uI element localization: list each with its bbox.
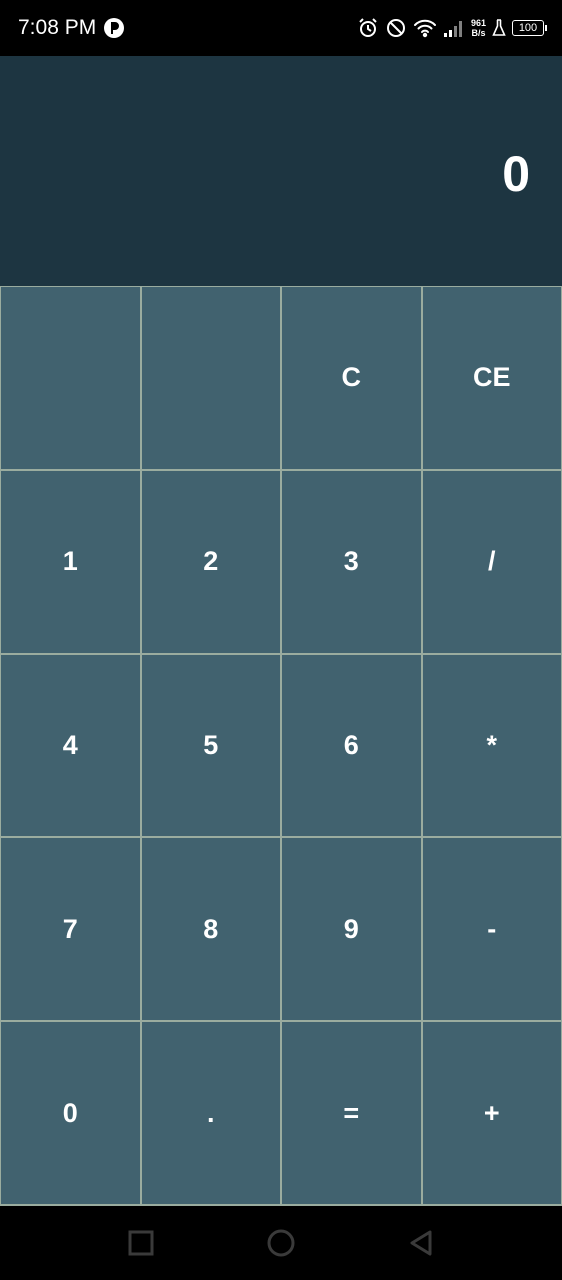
dnd-icon bbox=[385, 17, 407, 39]
key-3[interactable]: 3 bbox=[282, 470, 421, 653]
key-blank-2[interactable] bbox=[141, 287, 280, 469]
back-icon[interactable] bbox=[406, 1228, 436, 1258]
key-equals[interactable]: = bbox=[282, 1022, 421, 1204]
status-icons: 961 B/s 100 bbox=[357, 15, 547, 41]
calculator-display: 0 bbox=[0, 56, 562, 286]
battery-icon: 100 bbox=[512, 20, 547, 36]
key-1[interactable]: 1 bbox=[1, 470, 140, 653]
key-8[interactable]: 8 bbox=[141, 838, 280, 1021]
status-bar: 7:08 PM 961 B/s 100 bbox=[0, 0, 562, 56]
net-speed: 961 B/s bbox=[471, 18, 486, 38]
key-blank-1[interactable] bbox=[1, 287, 140, 469]
display-value: 0 bbox=[502, 146, 530, 202]
recents-icon[interactable] bbox=[126, 1228, 156, 1258]
navigation-bar bbox=[0, 1206, 562, 1280]
app-icon bbox=[103, 17, 125, 39]
flask-icon bbox=[492, 19, 506, 37]
key-divide[interactable]: / bbox=[422, 470, 561, 653]
wifi-icon bbox=[413, 18, 437, 38]
key-4[interactable]: 4 bbox=[1, 654, 140, 837]
key-multiply[interactable]: * bbox=[422, 654, 561, 837]
key-0[interactable]: 0 bbox=[1, 1022, 140, 1204]
net-speed-unit: B/s bbox=[471, 28, 486, 38]
key-clear[interactable]: C bbox=[282, 287, 421, 469]
keypad: C CE 1 2 3 / 4 5 6 * 7 8 9 - 0 . = + bbox=[0, 286, 562, 1206]
key-7[interactable]: 7 bbox=[1, 838, 140, 1021]
key-subtract[interactable]: - bbox=[422, 838, 561, 1021]
key-6[interactable]: 6 bbox=[282, 654, 421, 837]
key-5[interactable]: 5 bbox=[141, 654, 280, 837]
alarm-icon bbox=[357, 17, 379, 39]
key-2[interactable]: 2 bbox=[141, 470, 280, 653]
net-speed-value: 961 bbox=[470, 18, 486, 28]
home-icon[interactable] bbox=[266, 1228, 296, 1258]
status-time: 7:08 PM bbox=[18, 16, 97, 39]
key-add[interactable]: + bbox=[422, 1022, 561, 1204]
key-decimal[interactable]: . bbox=[141, 1022, 280, 1204]
key-clear-entry[interactable]: CE bbox=[422, 287, 561, 469]
signal-icon bbox=[443, 18, 465, 38]
key-9[interactable]: 9 bbox=[282, 838, 421, 1021]
